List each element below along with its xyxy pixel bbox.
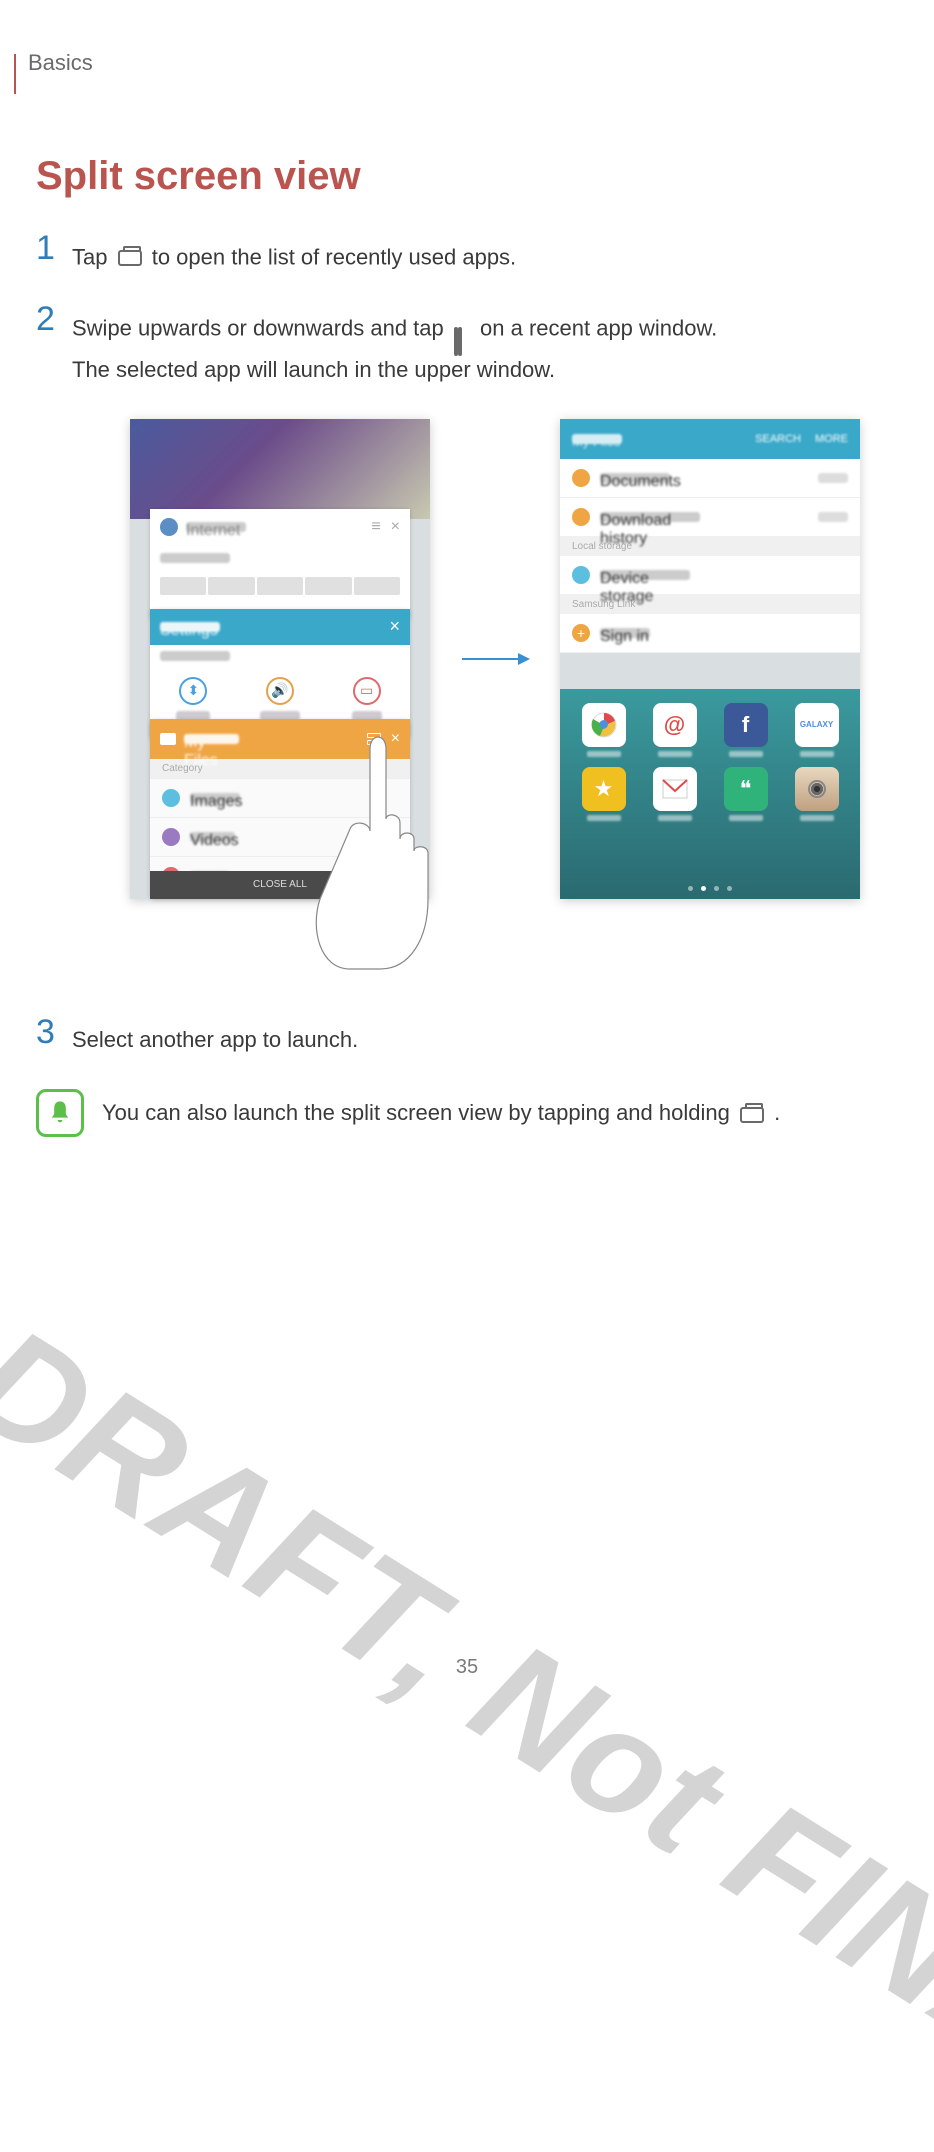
recent-card-myfiles: My Files × Category Images Videos Audio … xyxy=(150,719,410,899)
phone-recents: Internet ≡ × Settings × ⬍ 🔊 xyxy=(130,419,430,899)
recent-apps-icon xyxy=(740,1100,764,1126)
list-item: Videos xyxy=(150,817,410,856)
page-indicator xyxy=(560,886,860,891)
recent-card-internet: Internet ≡ × xyxy=(150,509,410,619)
split-icon: ≡ xyxy=(371,518,380,536)
app-icon: ❝ xyxy=(710,767,781,821)
text-part: Swipe upwards or downwards and tap xyxy=(72,315,450,340)
globe-icon xyxy=(160,518,178,536)
text-part: to open the list of recently used apps. xyxy=(152,244,516,269)
data-usage-icon: ⬍ xyxy=(179,677,207,705)
close-icon: × xyxy=(391,518,400,536)
tip-block: You can also launch the split screen vie… xyxy=(36,1089,894,1137)
step-3-text: Select another app to launch. xyxy=(72,1019,358,1061)
phone-split: My Files SEARCH MORE Documents Download … xyxy=(560,419,860,899)
app-icon: f xyxy=(710,703,781,757)
step-2: 2 Swipe upwards or downwards and tap on … xyxy=(36,306,894,391)
app-icon: ★ xyxy=(568,767,639,821)
step-3: 3 Select another app to launch. xyxy=(36,1019,894,1061)
list-item: Images xyxy=(150,778,410,817)
list-item: Device storage xyxy=(560,556,860,595)
header-title: My Files xyxy=(572,434,622,444)
text-part: on a recent app window. xyxy=(480,315,717,340)
split-icon xyxy=(367,733,381,745)
page-title: Split screen view xyxy=(36,154,894,199)
section-label: Basics xyxy=(28,50,894,76)
step-1: 1 Tap to open the list of recently used … xyxy=(36,235,894,278)
draft-watermark: DRAFT, Not FINAL xyxy=(0,1292,934,2152)
header-rule xyxy=(14,54,16,94)
recent-apps-icon xyxy=(118,236,142,278)
text-part: You can also launch the split screen vie… xyxy=(102,1100,736,1125)
card-title: Internet xyxy=(186,522,246,532)
search-label: SEARCH xyxy=(755,433,801,445)
page-number: 35 xyxy=(0,1656,934,1679)
split-view-icon xyxy=(454,319,470,337)
myfiles-header: My Files SEARCH MORE xyxy=(560,419,860,459)
text-part: Tap xyxy=(72,244,114,269)
list-item: +Sign in xyxy=(560,614,860,653)
card-title: My Files xyxy=(184,734,239,744)
close-all-button: CLOSE ALL xyxy=(150,871,410,899)
folder-icon xyxy=(160,733,176,745)
step-2-text: Swipe upwards or downwards and tap on a … xyxy=(72,306,717,391)
bell-icon xyxy=(36,1089,84,1137)
app-icon: GALAXY xyxy=(781,703,852,757)
list-item: Download history xyxy=(560,498,860,537)
text-part: . xyxy=(774,1100,780,1125)
wallpaper xyxy=(130,419,430,519)
display-icon: ▭ xyxy=(353,677,381,705)
app-icon xyxy=(568,703,639,757)
step-number: 1 xyxy=(36,231,72,265)
figure: Internet ≡ × Settings × ⬍ 🔊 xyxy=(130,419,894,979)
app-icon: @ xyxy=(639,703,710,757)
arrow-icon xyxy=(460,649,530,669)
step-number: 3 xyxy=(36,1015,72,1049)
app-icon xyxy=(639,767,710,821)
close-icon: × xyxy=(391,730,400,748)
step-number: 2 xyxy=(36,302,72,336)
app-icon xyxy=(781,767,852,821)
list-item: Documents xyxy=(560,459,860,498)
tip-text: You can also launch the split screen vie… xyxy=(102,1099,780,1126)
text-part: Select another app to launch. xyxy=(72,1027,358,1052)
sound-icon: 🔊 xyxy=(266,677,294,705)
home-screen: @ f GALAXY ★ ❝ xyxy=(560,689,860,899)
close-icon: × xyxy=(389,616,400,637)
card-title: Settings xyxy=(160,622,220,632)
step-2-line2: The selected app will launch in the uppe… xyxy=(72,349,717,391)
step-1-text: Tap to open the list of recently used ap… xyxy=(72,235,516,278)
more-label: MORE xyxy=(815,433,848,445)
